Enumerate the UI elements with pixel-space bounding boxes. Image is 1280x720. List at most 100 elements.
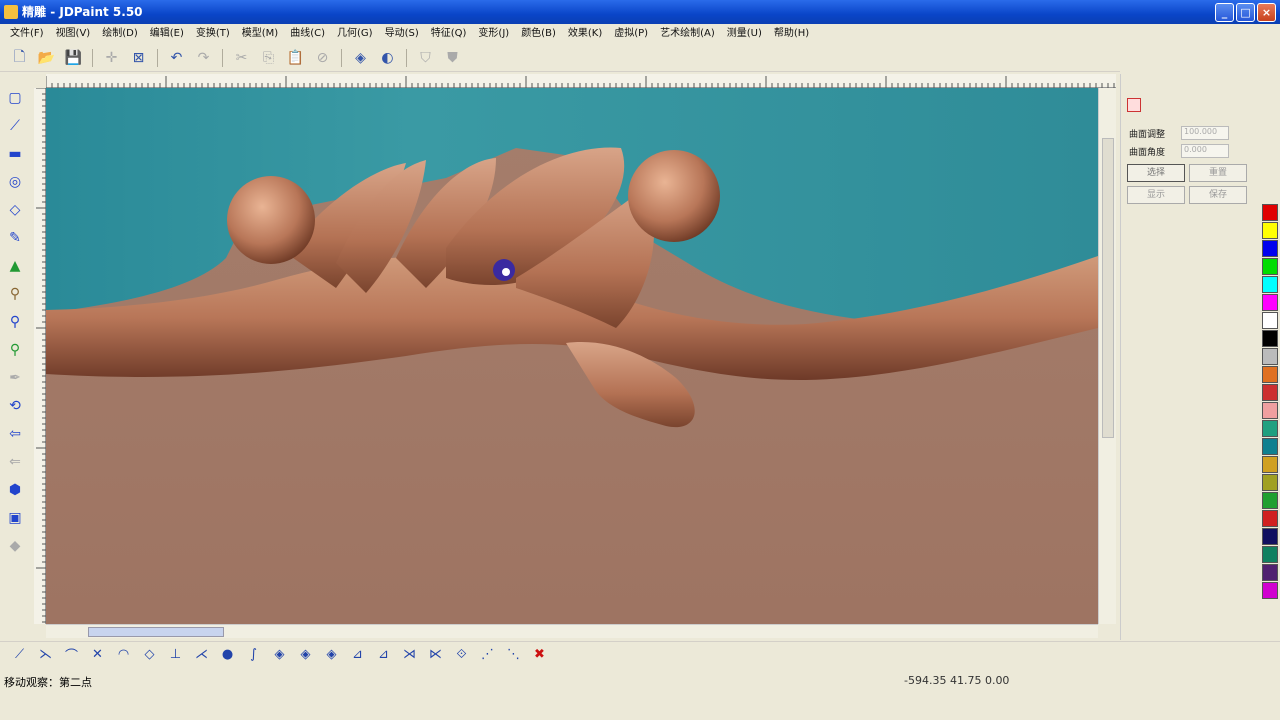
panel-tool-icon[interactable] xyxy=(1127,98,1141,112)
offset-icon[interactable]: ⋰ xyxy=(476,644,499,666)
rotate-icon[interactable]: ⟲ xyxy=(3,394,27,417)
pin-green-icon[interactable]: ⚲ xyxy=(3,338,27,361)
diamond-icon[interactable]: ◈ xyxy=(268,644,291,666)
menu-item-1[interactable]: 视图(V) xyxy=(50,24,97,44)
menu-item-12[interactable]: 效果(K) xyxy=(562,24,608,44)
color-swatch-20[interactable] xyxy=(1262,564,1278,581)
diamond3-icon[interactable]: ◈ xyxy=(320,644,343,666)
color-swatch-8[interactable] xyxy=(1262,348,1278,365)
undo-icon[interactable]: ↶ xyxy=(165,47,188,69)
color-swatch-6[interactable] xyxy=(1262,312,1278,329)
save-icon[interactable]: 💾 xyxy=(62,47,85,69)
color-swatch-0[interactable] xyxy=(1262,204,1278,221)
paste-icon[interactable]: 📋 xyxy=(284,47,307,69)
circle-target-icon[interactable]: ◎ xyxy=(3,170,27,193)
angle-input[interactable]: 0.000 xyxy=(1181,144,1229,158)
curve-icon[interactable]: ∫ xyxy=(242,644,265,666)
menu-item-4[interactable]: 变换(T) xyxy=(190,24,236,44)
color-swatch-14[interactable] xyxy=(1262,456,1278,473)
perpendicular-icon[interactable]: ⊥ xyxy=(164,644,187,666)
menu-item-7[interactable]: 几何(G) xyxy=(331,24,379,44)
adjust-input[interactable]: 100.000 xyxy=(1181,126,1229,140)
menu-item-14[interactable]: 艺术绘制(A) xyxy=(654,24,721,44)
color-swatch-12[interactable] xyxy=(1262,420,1278,437)
menu-item-5[interactable]: 模型(M) xyxy=(236,24,284,44)
color-swatch-1[interactable] xyxy=(1262,222,1278,239)
color-swatch-9[interactable] xyxy=(1262,366,1278,383)
redo-icon[interactable]: ↷ xyxy=(192,47,215,69)
mirror-icon[interactable]: ⟐ xyxy=(450,644,473,666)
shade-cube-icon[interactable]: ◈ xyxy=(349,47,372,69)
close-red-icon[interactable]: ✖ xyxy=(528,644,551,666)
color-swatch-4[interactable] xyxy=(1262,276,1278,293)
move-icon[interactable]: ✛ xyxy=(100,47,123,69)
trim-icon[interactable]: ⊿ xyxy=(346,644,369,666)
menu-item-2[interactable]: 绘制(D) xyxy=(96,24,144,44)
arc-icon[interactable]: ⌒ xyxy=(60,644,83,666)
layer-icon[interactable]: ▬ xyxy=(3,142,27,165)
color-swatch-5[interactable] xyxy=(1262,294,1278,311)
color-swatch-15[interactable] xyxy=(1262,474,1278,491)
delete-icon[interactable]: ⊘ xyxy=(311,47,334,69)
arrow-left-small-icon[interactable]: ⇐ xyxy=(3,450,27,473)
menu-item-6[interactable]: 曲线(C) xyxy=(284,24,331,44)
color-swatch-10[interactable] xyxy=(1262,384,1278,401)
surface-icon[interactable]: ⛉ xyxy=(414,47,437,69)
circle-icon[interactable]: ◇ xyxy=(138,644,161,666)
menu-item-0[interactable]: 文件(F) xyxy=(4,24,50,44)
mesh-icon[interactable]: ⛊ xyxy=(441,47,464,69)
color-swatch-7[interactable] xyxy=(1262,330,1278,347)
horizontal-scrollbar[interactable] xyxy=(46,624,1098,638)
minimize-button[interactable]: _ xyxy=(1215,3,1234,22)
new-file-icon[interactable]: 🗋 xyxy=(8,47,31,69)
menu-item-16[interactable]: 帮助(H) xyxy=(768,24,815,44)
extend-icon[interactable]: ⊿ xyxy=(372,644,395,666)
maximize-button[interactable]: □ xyxy=(1236,3,1255,22)
reset-button[interactable]: 重置 xyxy=(1189,164,1247,182)
vertical-scroll-thumb[interactable] xyxy=(1102,138,1114,438)
color-swatch-17[interactable] xyxy=(1262,510,1278,527)
color-swatch-11[interactable] xyxy=(1262,402,1278,419)
line-icon[interactable]: ⟋ xyxy=(8,644,31,666)
menu-item-8[interactable]: 导动(S) xyxy=(379,24,425,44)
break-icon[interactable]: ⋉ xyxy=(424,644,447,666)
menu-item-9[interactable]: 特征(Q) xyxy=(425,24,473,44)
diamond2-icon[interactable]: ◈ xyxy=(294,644,317,666)
save-panel-button[interactable]: 保存 xyxy=(1189,186,1247,204)
copy-icon[interactable]: ⎘ xyxy=(257,47,280,69)
color-swatch-16[interactable] xyxy=(1262,492,1278,509)
polyline-icon[interactable]: ⋋ xyxy=(34,644,57,666)
node-edit-icon[interactable]: ⟋ xyxy=(3,114,27,137)
open-folder-icon[interactable]: 📂 xyxy=(35,47,58,69)
menu-item-11[interactable]: 颜色(B) xyxy=(515,24,562,44)
point-icon[interactable]: ● xyxy=(216,644,239,666)
pen-icon[interactable]: ✒ xyxy=(3,366,27,389)
select-button[interactable]: 选择 xyxy=(1127,164,1185,182)
zoom-box-icon[interactable]: ⊠ xyxy=(127,47,150,69)
fillet-icon[interactable]: ⋱ xyxy=(502,644,525,666)
color-swatch-3[interactable] xyxy=(1262,258,1278,275)
close-button[interactable]: × xyxy=(1257,3,1276,22)
menu-item-10[interactable]: 变形(J) xyxy=(472,24,515,44)
tangent-icon[interactable]: ⋌ xyxy=(190,644,213,666)
tilt-icon[interactable]: ◇ xyxy=(3,198,27,221)
color-swatch-18[interactable] xyxy=(1262,528,1278,545)
arrow-left-icon[interactable]: ⇦ xyxy=(3,422,27,445)
gem-icon[interactable]: ◆ xyxy=(3,534,27,557)
color-swatch-19[interactable] xyxy=(1262,546,1278,563)
menu-item-3[interactable]: 编辑(E) xyxy=(144,24,190,44)
pencil-icon[interactable]: ✎ xyxy=(3,226,27,249)
cross-icon[interactable]: ✕ xyxy=(86,644,109,666)
join-icon[interactable]: ⋊ xyxy=(398,644,421,666)
color-swatch-13[interactable] xyxy=(1262,438,1278,455)
cube-icon[interactable]: ⬢ xyxy=(3,478,27,501)
select-rect-icon[interactable]: ▢ xyxy=(3,86,27,109)
menu-item-15[interactable]: 测量(U) xyxy=(721,24,768,44)
render-icon[interactable]: ◐ xyxy=(376,47,399,69)
brush-icon[interactable]: ⚲ xyxy=(3,282,27,305)
arc2-icon[interactable]: ◠ xyxy=(112,644,135,666)
monitor-icon[interactable]: ▣ xyxy=(3,506,27,529)
horizontal-scroll-thumb[interactable] xyxy=(88,627,224,637)
show-button[interactable]: 显示 xyxy=(1127,186,1185,204)
3d-viewport[interactable] xyxy=(46,88,1098,624)
